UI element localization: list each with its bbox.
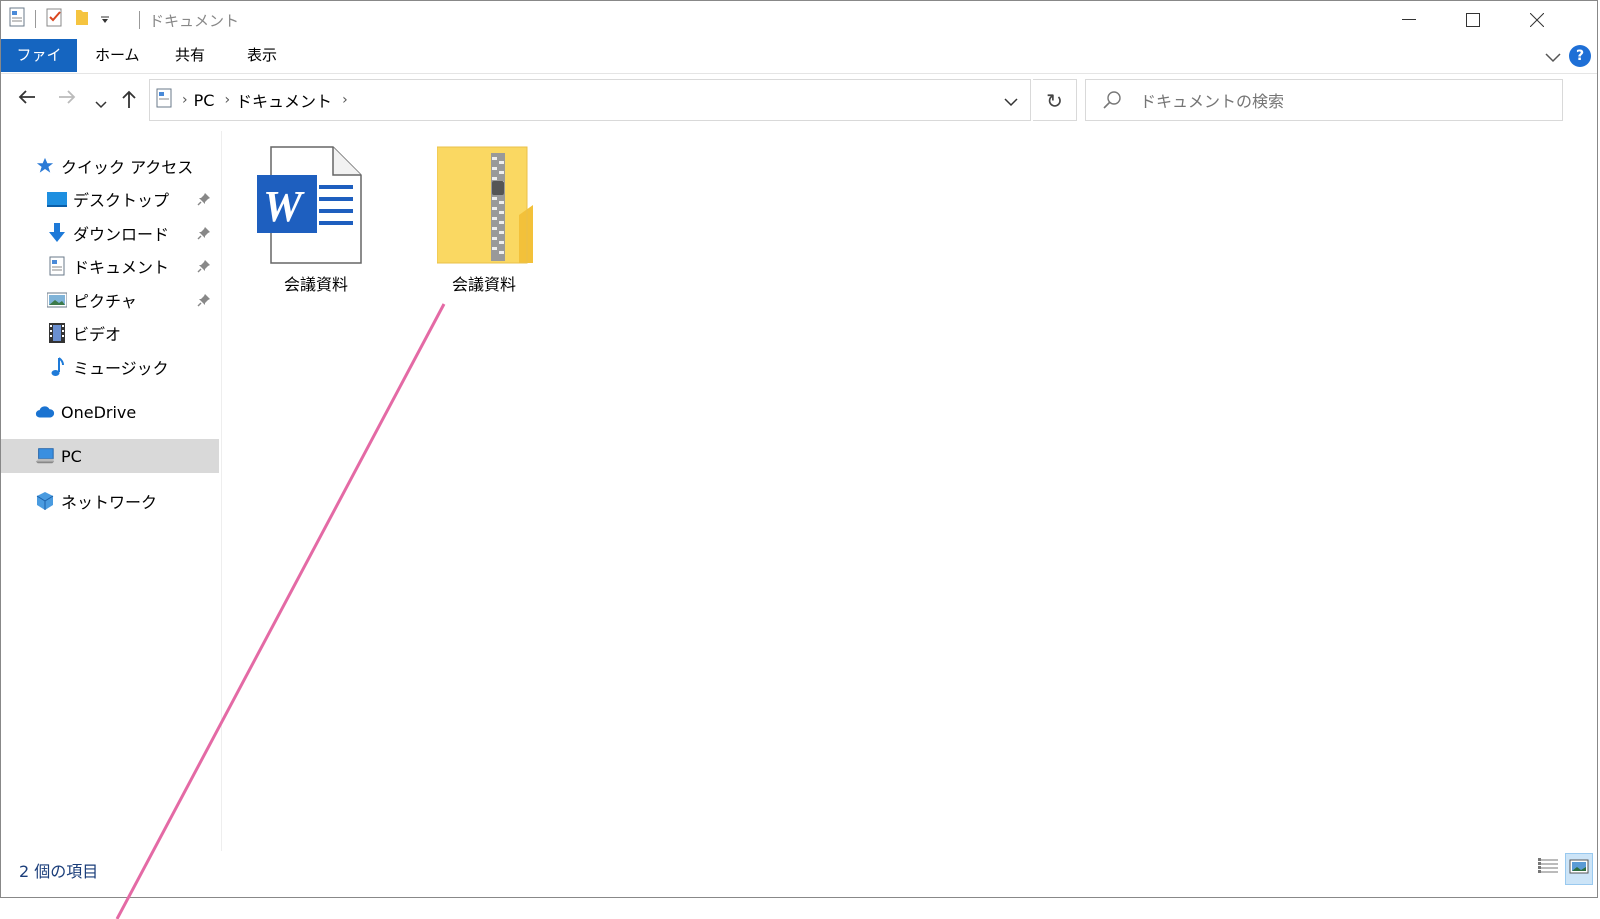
sidebar-item-documents[interactable]: ドキュメント [1, 249, 219, 283]
file-item-zip-folder[interactable]: 会議資料 [409, 145, 559, 305]
desktop-icon [47, 189, 67, 209]
pin-icon[interactable] [197, 258, 211, 277]
search-box[interactable] [1085, 79, 1563, 121]
network-icon [35, 491, 55, 511]
address-bar[interactable]: › PC › ドキュメント › [149, 79, 1031, 121]
sidebar-item-label: ネットワーク [61, 493, 158, 512]
recent-locations-icon[interactable] [95, 93, 107, 114]
sidebar-item-label: OneDrive [61, 402, 137, 422]
document-icon [47, 256, 67, 276]
sidebar-item-label: ミュージック [73, 359, 169, 378]
address-dropdown-icon[interactable] [1004, 92, 1018, 111]
file-item-word-document[interactable]: W 会議資料 [241, 145, 391, 305]
breadcrumb-pc[interactable]: PC [194, 91, 215, 110]
download-icon [47, 223, 67, 243]
ribbon-tabs: ファイル ホーム 共有 表示 ? [1, 39, 1597, 97]
refresh-button[interactable]: ↻ [1033, 79, 1077, 121]
close-button[interactable] [1505, 1, 1569, 39]
customize-dropdown-icon[interactable] [100, 10, 110, 29]
address-document-icon [156, 88, 172, 112]
sidebar-item-label: PC [61, 446, 82, 466]
view-switcher [1535, 853, 1593, 885]
explorer-window: ドキュメント ファイル ホーム 共有 表示 ? › PC › ドキュメント › … [0, 0, 1598, 898]
pin-icon[interactable] [197, 292, 211, 311]
computer-icon [35, 446, 55, 466]
star-icon [35, 156, 55, 176]
search-icon [1102, 90, 1122, 114]
minimize-button[interactable] [1377, 1, 1441, 39]
word-document-icon: W [257, 145, 363, 269]
video-icon [47, 323, 67, 343]
large-icons-view-icon[interactable] [1565, 853, 1593, 885]
expand-ribbon-icon[interactable] [1545, 48, 1561, 67]
document-app-icon [9, 7, 25, 31]
sidebar-item-label: ダウンロード [73, 225, 170, 244]
sidebar-item-label: ピクチャ [73, 292, 137, 311]
file-name: 会議資料 [451, 275, 516, 294]
status-item-count: 2 個の項目 [19, 862, 99, 881]
picture-icon [47, 290, 67, 310]
window-title: ドキュメント [149, 12, 240, 30]
sidebar-item-downloads[interactable]: ダウンロード [1, 216, 219, 250]
back-button[interactable] [17, 89, 37, 110]
sidebar-item-onedrive[interactable]: OneDrive [1, 395, 219, 429]
breadcrumb-documents[interactable]: ドキュメント [236, 88, 332, 112]
quick-access-toolbar [9, 7, 110, 31]
tab-file[interactable]: ファイル [1, 39, 77, 97]
sidebar-item-quick-access[interactable]: クイック アクセス [1, 149, 219, 183]
music-icon [47, 357, 67, 377]
pin-icon[interactable] [197, 225, 211, 244]
tab-home[interactable]: ホーム [81, 39, 154, 72]
maximize-button[interactable] [1441, 1, 1505, 39]
title-separator [139, 11, 140, 29]
navigation-pane: クイック アクセス デスクトップ ダウンロード ドキュメント ピクチャ ビデオ … [1, 131, 222, 851]
navigation-bar: › PC › ドキュメント › ↻ [1, 79, 1597, 123]
qat-separator [35, 10, 36, 28]
zip-folder-icon [436, 145, 535, 269]
svg-text:W: W [263, 182, 305, 231]
sidebar-item-label: ビデオ [73, 325, 122, 344]
breadcrumb-separator-icon[interactable]: › [224, 92, 230, 108]
search-input[interactable] [1138, 88, 1542, 114]
tab-share[interactable]: 共有 [161, 39, 219, 72]
file-name: 会議資料 [283, 275, 348, 294]
sidebar-item-pc[interactable]: PC [1, 439, 219, 473]
forward-button[interactable] [57, 89, 77, 110]
sidebar-item-label: ドキュメント [73, 258, 170, 277]
sidebar-item-music[interactable]: ミュージック [1, 350, 219, 384]
sidebar-item-label: デスクトップ [73, 191, 170, 210]
tab-view[interactable]: 表示 [233, 39, 291, 72]
sidebar-item-pictures[interactable]: ピクチャ [1, 283, 219, 317]
sidebar-item-network[interactable]: ネットワーク [1, 484, 219, 518]
help-icon[interactable]: ? [1569, 45, 1591, 67]
sidebar-item-videos[interactable]: ビデオ [1, 316, 219, 350]
pin-icon[interactable] [197, 191, 211, 210]
breadcrumb-separator-icon[interactable]: › [342, 92, 348, 108]
sidebar-item-label: クイック アクセス [61, 158, 194, 177]
details-view-icon[interactable] [1535, 853, 1561, 885]
up-button[interactable] [121, 89, 137, 114]
sidebar-item-desktop[interactable]: デスクトップ [1, 182, 219, 216]
breadcrumb-separator-icon[interactable]: › [182, 92, 188, 108]
title-bar: ドキュメント [1, 1, 1597, 39]
properties-icon[interactable] [46, 7, 64, 31]
cloud-icon [35, 402, 55, 422]
new-folder-icon[interactable] [74, 7, 90, 31]
